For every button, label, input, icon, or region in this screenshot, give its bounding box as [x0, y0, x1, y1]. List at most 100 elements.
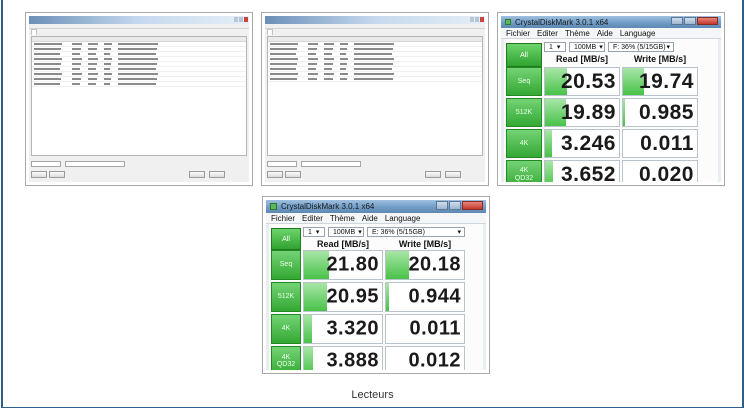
drive-value: F: 36% (5/15GB): [613, 43, 666, 51]
read-result-cell: 3.888: [303, 346, 383, 370]
drive-select[interactable]: F: 36% (5/15GB) ▾: [608, 42, 674, 52]
list-cell: [88, 83, 96, 85]
size-select[interactable]: 100MB ▾: [328, 227, 364, 237]
list-cell: [270, 68, 296, 70]
menu-item[interactable]: Aide: [597, 28, 613, 39]
list-cell: [324, 63, 333, 65]
list-cell: [72, 48, 81, 50]
write-result-value: 0.012: [408, 349, 461, 371]
close-icon[interactable]: [697, 17, 718, 25]
list-cell: [324, 53, 332, 55]
test-button-4k[interactable]: 4K: [271, 314, 301, 344]
minimize-icon[interactable]: [671, 17, 683, 25]
tool-titlebar: [29, 16, 249, 24]
list-cell: [88, 48, 97, 50]
write-result-cell: 20.18: [385, 250, 465, 280]
chevron-down-icon: ▾: [315, 229, 320, 236]
menu-item[interactable]: Fichier: [506, 28, 530, 39]
write-result-bar: [386, 251, 409, 279]
list-cell: [118, 63, 157, 65]
tool-window-1: [29, 16, 249, 182]
maximize-icon[interactable]: [684, 17, 696, 25]
list-cell: [34, 58, 62, 60]
write-result-bar: [623, 99, 626, 126]
read-result-bar: [304, 347, 313, 370]
list-cell: [308, 63, 317, 65]
count-select[interactable]: 1 ▾: [303, 227, 325, 237]
window-title: CrystalDiskMark 3.0.1 x64: [281, 202, 375, 211]
tool-button: [209, 171, 225, 178]
write-result-cell: 19.74: [622, 67, 698, 96]
write-result-cell: 0.944: [385, 282, 465, 312]
count-value: 1: [549, 43, 553, 51]
tool-select: [31, 161, 61, 167]
write-result-cell: 0.020: [622, 160, 698, 182]
tool-button: [425, 171, 441, 178]
count-select[interactable]: 1 ▾: [544, 42, 566, 52]
test-button-4k[interactable]: 4K: [506, 129, 542, 158]
write-result-cell: 0.985: [622, 98, 698, 127]
list-cell: [270, 43, 298, 45]
read-result-cell: 3.246: [544, 129, 620, 158]
list-cell: [34, 48, 61, 50]
write-result-value: 0.011: [409, 317, 461, 340]
list-cell: [34, 53, 60, 55]
minimize-icon[interactable]: [436, 201, 448, 210]
read-result-value: 19.89: [560, 100, 616, 124]
tool-button: [267, 171, 283, 178]
menu-item[interactable]: Language: [385, 213, 421, 224]
cdm-menubar: Fichier Editer Thème Aide Language: [501, 28, 721, 39]
tool-footer: [29, 158, 249, 182]
list-cell: [104, 83, 110, 85]
write-result-value: 0.944: [408, 285, 461, 308]
test-button-4k-qd32[interactable]: 4K QD32: [271, 346, 301, 370]
maximize-icon: [475, 17, 479, 22]
test-button-seq[interactable]: Seq: [506, 67, 542, 96]
menu-item[interactable]: Thème: [565, 28, 590, 39]
test-button-512k[interactable]: 512K: [506, 98, 542, 127]
tool-window-2: [265, 16, 485, 182]
list-cell: [34, 43, 62, 45]
list-cell: [118, 78, 157, 80]
read-result-cell: 20.95: [303, 282, 383, 312]
test-button-4k-qd32[interactable]: 4K QD32: [506, 160, 542, 182]
list-cell: [354, 63, 393, 65]
menu-item[interactable]: Editer: [537, 28, 558, 39]
list-cell: [340, 68, 346, 70]
write-result-value: 19.74: [638, 69, 694, 93]
count-value: 1: [308, 228, 312, 236]
all-button[interactable]: All: [506, 43, 542, 67]
tool-button: [49, 171, 65, 178]
tool-select: [267, 161, 297, 167]
list-cell: [340, 58, 348, 60]
close-icon[interactable]: [462, 201, 483, 210]
menu-item[interactable]: Fichier: [271, 213, 295, 224]
test-button-512k[interactable]: 512K: [271, 282, 301, 312]
menu-item[interactable]: Editer: [302, 213, 323, 224]
list-cell: [88, 68, 96, 70]
list-cell: [354, 43, 394, 45]
thumbnail-cdm-e-drive[interactable]: CrystalDiskMark 3.0.1 x64 Fichier Editer Th…: [262, 196, 490, 374]
list-cell: [34, 83, 60, 85]
menu-item[interactable]: Thème: [330, 213, 355, 224]
list-cell: [308, 48, 317, 50]
write-result-value: 0.011: [640, 131, 694, 155]
list-cell: [340, 43, 348, 45]
menu-item[interactable]: Language: [620, 28, 656, 39]
chevron-down-icon: ▾: [666, 44, 670, 51]
read-result-value: 20.95: [326, 285, 379, 308]
drive-select[interactable]: E: 36% (5/15GB) ▾: [367, 227, 465, 237]
read-result-bar: [545, 161, 554, 182]
read-result-bar: [304, 283, 328, 311]
list-cell: [308, 73, 318, 75]
size-select[interactable]: 100MB ▾: [569, 42, 605, 52]
thumbnail-cdm-f-drive[interactable]: CrystalDiskMark 3.0.1 x64 Fichier Editer Th…: [497, 12, 725, 186]
thumbnail-tool-1[interactable]: [25, 12, 253, 186]
all-button[interactable]: All: [271, 228, 301, 250]
test-button-seq[interactable]: Seq: [271, 250, 301, 280]
menu-item[interactable]: Aide: [362, 213, 378, 224]
thumbnail-tool-2[interactable]: [261, 12, 489, 186]
maximize-icon[interactable]: [449, 201, 461, 210]
list-cell: [34, 78, 61, 80]
chevron-down-icon: ▾: [358, 229, 362, 236]
